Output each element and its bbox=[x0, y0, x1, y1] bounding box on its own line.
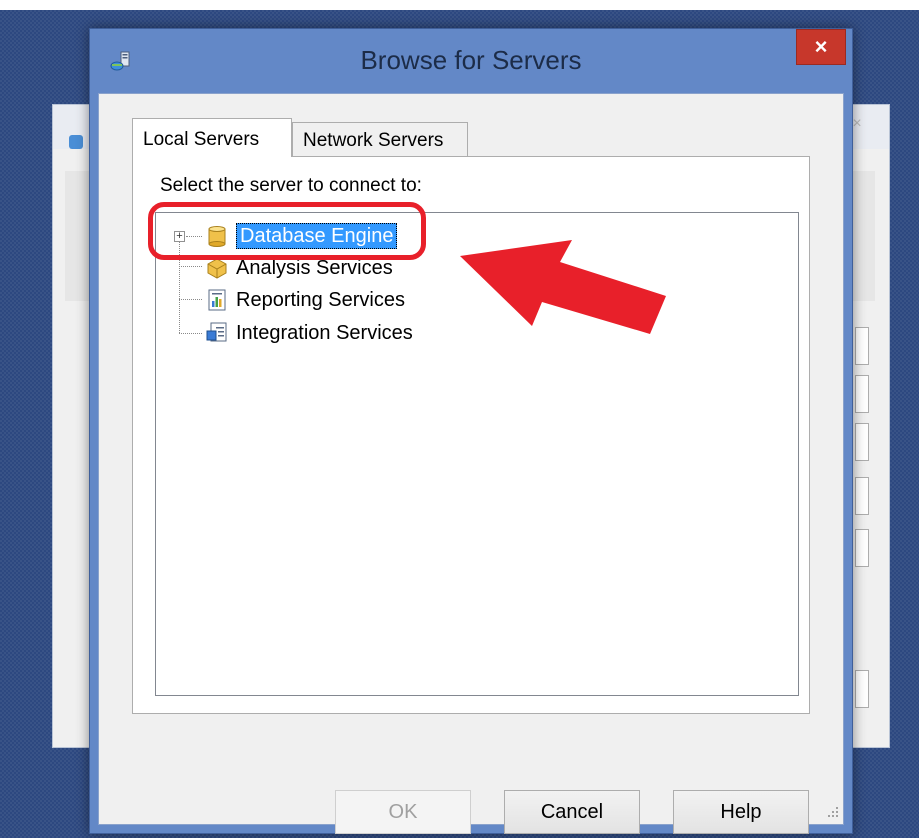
tab-local-servers[interactable]: Local Servers bbox=[132, 118, 292, 157]
tree-connector bbox=[179, 333, 202, 334]
background-field bbox=[855, 529, 869, 567]
background-field bbox=[855, 477, 869, 515]
ok-button[interactable]: OK bbox=[335, 790, 471, 834]
tree-item-label: Integration Services bbox=[236, 321, 413, 344]
analysis-cube-icon bbox=[207, 258, 227, 279]
report-chart-icon bbox=[208, 289, 226, 311]
background-field bbox=[855, 670, 869, 708]
browse-for-servers-dialog: Browse for Servers × Local Servers Netwo… bbox=[89, 28, 853, 834]
background-field bbox=[855, 375, 869, 413]
highlight-ring bbox=[148, 202, 426, 260]
close-button[interactable]: × bbox=[796, 29, 846, 65]
help-button[interactable]: Help bbox=[673, 790, 809, 834]
tree-item-reporting-services[interactable]: Reporting Services bbox=[206, 286, 405, 314]
tree-item-label: Reporting Services bbox=[236, 288, 405, 311]
integration-package-icon bbox=[206, 322, 227, 342]
background-field bbox=[855, 423, 869, 461]
title-bar[interactable]: Browse for Servers × bbox=[90, 29, 852, 93]
background-field bbox=[855, 327, 869, 365]
background-window-icon bbox=[69, 135, 83, 149]
pointer-arrow-icon bbox=[460, 240, 666, 334]
tree-item-integration-services[interactable]: Integration Services bbox=[206, 319, 413, 347]
tab-network-servers[interactable]: Network Servers bbox=[292, 122, 468, 156]
close-icon: × bbox=[814, 34, 828, 59]
tree-connector bbox=[179, 266, 202, 267]
dialog-title: Browse for Servers bbox=[360, 45, 582, 75]
select-server-prompt: Select the server to connect to: bbox=[160, 175, 422, 196]
resize-grip-icon[interactable] bbox=[827, 806, 839, 818]
cancel-button[interactable]: Cancel bbox=[504, 790, 640, 834]
tree-connector bbox=[179, 299, 202, 300]
